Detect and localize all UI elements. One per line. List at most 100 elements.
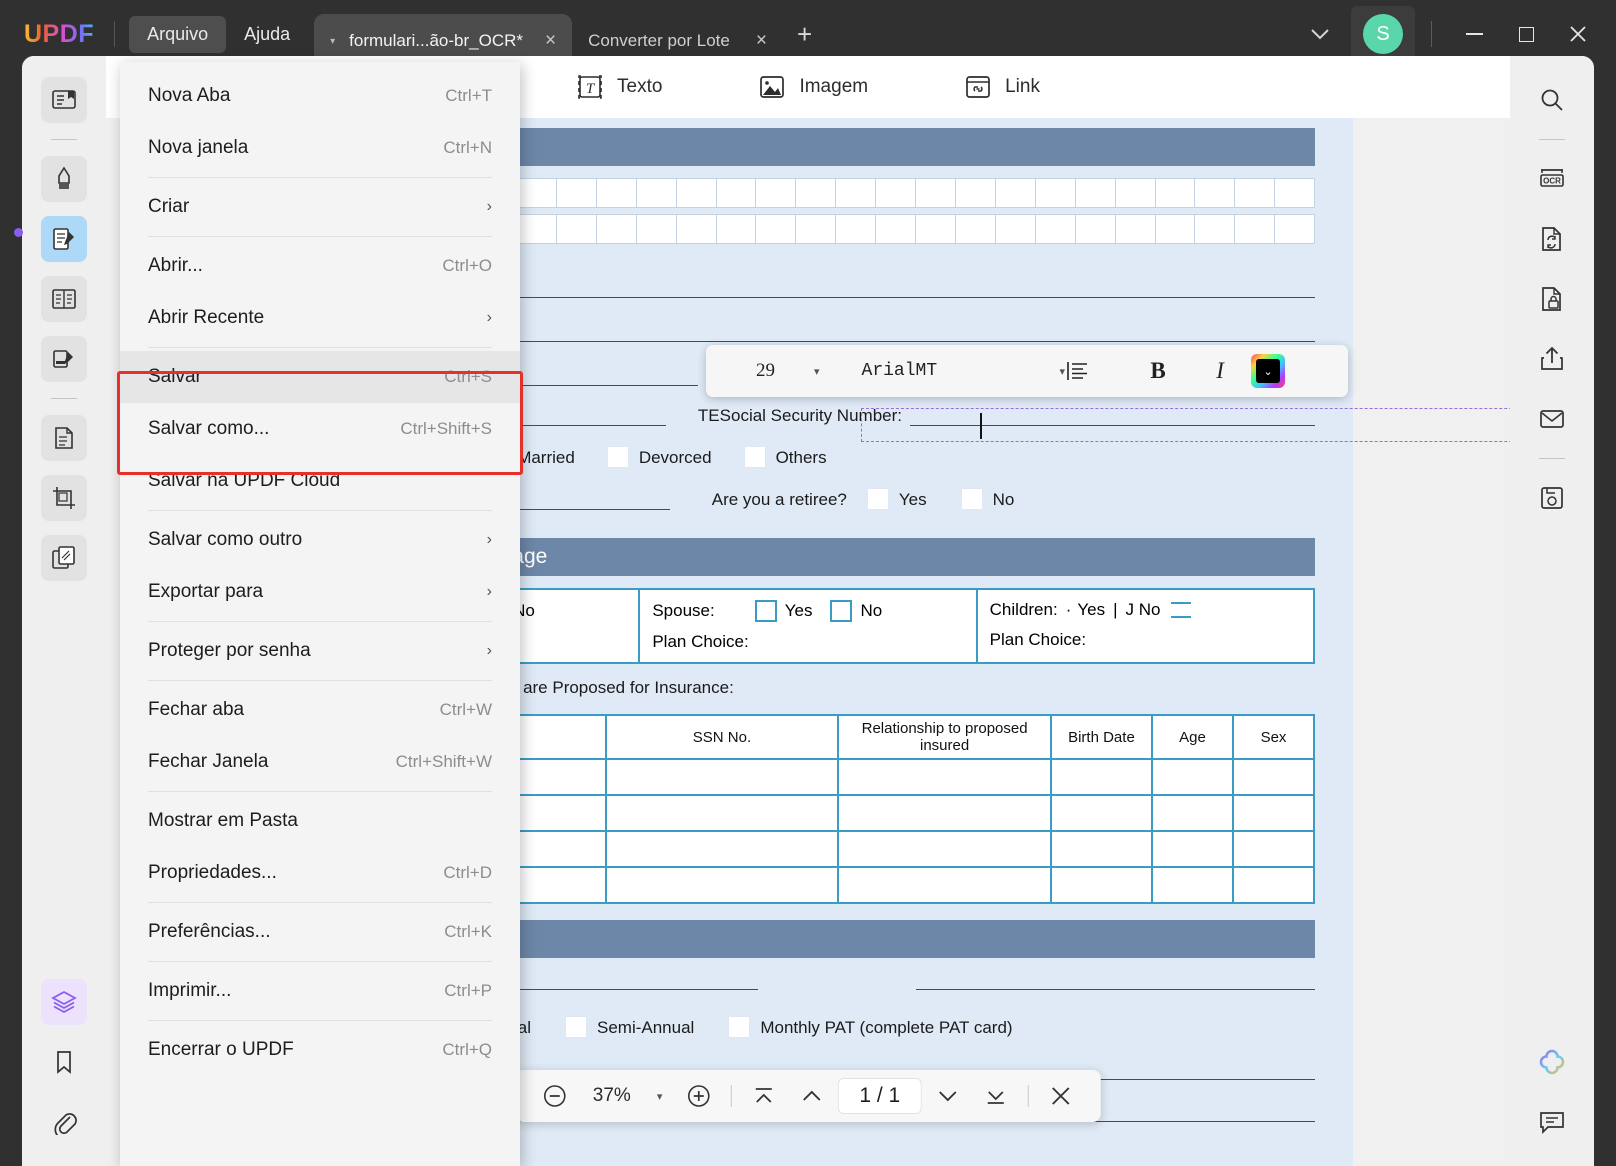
tab-close-icon[interactable]: × [545, 30, 556, 52]
account-button[interactable]: S [1351, 6, 1415, 62]
tool-imagem[interactable]: Imagem [758, 73, 868, 101]
menu-item-salvar[interactable]: SalvarCtrl+S [120, 351, 520, 403]
comment-icon[interactable] [1529, 1099, 1575, 1145]
coverage-spouse-no-checkbox[interactable] [830, 600, 852, 622]
layers-icon[interactable] [41, 979, 87, 1025]
minimize-button[interactable] [1448, 12, 1500, 56]
align-left-icon[interactable] [1065, 359, 1127, 383]
menu-item-exportar-para[interactable]: Exportar para› [120, 566, 520, 618]
menu-arquivo[interactable]: Arquivo [129, 16, 226, 53]
status-checkbox-devorced[interactable] [607, 446, 629, 468]
menu-item-label: Nova Aba [148, 85, 230, 107]
menu-item-nova-aba[interactable]: Nova AbaCtrl+T [120, 70, 520, 122]
menu-item-proteger-por-senha[interactable]: Proteger por senha› [120, 625, 520, 677]
titlebar-divider [114, 21, 115, 47]
bookmark-icon[interactable] [41, 1039, 87, 1085]
selected-text-field[interactable] [861, 408, 1510, 442]
menu-item-criar[interactable]: Criar› [120, 181, 520, 233]
tab-close-icon[interactable]: × [756, 30, 767, 52]
text-color-caret-icon[interactable]: ⌄ [1256, 359, 1280, 383]
menu-item-fechar-aba[interactable]: Fechar abaCtrl+W [120, 684, 520, 736]
menu-item-propriedades[interactable]: Propriedades...Ctrl+D [120, 847, 520, 899]
bold-button[interactable]: B [1127, 358, 1189, 384]
menu-item-label: Preferências... [148, 921, 271, 943]
zoom-in-button[interactable] [676, 1074, 720, 1118]
close-window-button[interactable] [1552, 12, 1604, 56]
retiree-checkbox-yes[interactable] [867, 488, 889, 510]
prev-page-icon[interactable] [789, 1074, 833, 1118]
mail-icon[interactable] [1529, 396, 1575, 442]
highlighter-icon[interactable] [41, 156, 87, 202]
zoom-level[interactable]: 37% [581, 1085, 643, 1107]
menu-ajuda[interactable]: Ajuda [226, 16, 308, 53]
premium-input[interactable] [488, 970, 758, 990]
file-menu-dropdown[interactable]: Nova AbaCtrl+TNova janelaCtrl+N Criar› Abr… [120, 62, 520, 1166]
share-icon[interactable] [1529, 336, 1575, 382]
menu-item-abrir-recente[interactable]: Abrir Recente› [120, 292, 520, 344]
menu-item-salvar-como[interactable]: Salvar como...Ctrl+Shift+S [120, 403, 520, 455]
close-pagenav-button[interactable] [1039, 1074, 1083, 1118]
crop-page-icon[interactable] [41, 475, 87, 521]
table-header-ssn: SSN No. [606, 715, 839, 759]
payment-checkbox-semi-annual[interactable] [565, 1016, 587, 1038]
zoom-out-button[interactable] [533, 1074, 577, 1118]
premium-input-2[interactable] [916, 970, 1315, 990]
menu-item-encerrar-o-updf[interactable]: Encerrar o UPDFCtrl+Q [120, 1024, 520, 1076]
convert-icon[interactable] [1529, 216, 1575, 262]
retiree-option-no: No [993, 490, 1015, 510]
text-tool-icon: T [576, 73, 604, 101]
menu-item-salvar-na-updf-cloud[interactable]: Salvar na UPDF Cloud [120, 455, 520, 507]
new-tab-button[interactable]: + [783, 21, 826, 47]
tab-caret-icon[interactable]: ▾ [330, 36, 335, 47]
menu-item-shortcut: Ctrl+D [443, 863, 492, 883]
insured-name-boxes[interactable] [516, 178, 1315, 208]
menu-item-shortcut: Ctrl+Shift+S [400, 419, 492, 439]
menu-item-salvar-como-outro[interactable]: Salvar como outro› [120, 514, 520, 566]
text-color-icon[interactable]: ⌄ [1251, 354, 1285, 388]
menu-item-fechar-janela[interactable]: Fechar JanelaCtrl+Shift+W [120, 736, 520, 788]
retiree-checkbox-no[interactable] [961, 488, 983, 510]
image-tool-icon [758, 73, 786, 101]
menu-item-shortcut: Ctrl+Q [442, 1040, 492, 1060]
edit-pdf-icon[interactable] [41, 216, 87, 262]
menu-divider [148, 791, 492, 792]
menu-item-prefer-ncias[interactable]: Preferências...Ctrl+K [120, 906, 520, 958]
insured-name-boxes-2[interactable] [516, 214, 1315, 244]
payment-checkbox-monthly-pat[interactable] [728, 1016, 750, 1038]
panel-handle-dot[interactable] [14, 228, 23, 237]
ocr-icon[interactable]: OCR [1529, 156, 1575, 202]
first-page-icon[interactable] [741, 1074, 785, 1118]
avatar[interactable]: S [1363, 14, 1403, 54]
coverage-spouse-yes-checkbox[interactable] [755, 600, 777, 622]
menu-item-nova-janela[interactable]: Nova janelaCtrl+N [120, 122, 520, 174]
menu-item-imprimir[interactable]: Imprimir...Ctrl+P [120, 965, 520, 1017]
save-snapshot-icon[interactable] [1529, 475, 1575, 521]
chevron-down-icon[interactable] [1289, 27, 1351, 41]
maximize-button[interactable] [1500, 12, 1552, 56]
batch-pages-icon[interactable] [41, 535, 87, 581]
menu-item-abrir[interactable]: Abrir...Ctrl+O [120, 240, 520, 292]
search-icon[interactable] [1529, 77, 1575, 123]
zoom-caret-icon[interactable]: ▾ [647, 1090, 673, 1103]
italic-button[interactable]: I [1189, 358, 1251, 384]
menu-item-mostrar-em-pasta[interactable]: Mostrar em Pasta [120, 795, 520, 847]
protect-icon[interactable] [1529, 276, 1575, 322]
address-input[interactable] [381, 322, 1315, 342]
annotate-icon[interactable] [41, 336, 87, 382]
font-size-value[interactable]: 29 [706, 360, 814, 382]
form-fields-icon[interactable] [41, 276, 87, 322]
page-indicator[interactable]: 1 / 1 [837, 1078, 922, 1114]
tool-texto[interactable]: T Texto [576, 73, 662, 101]
birth-date-input[interactable] [389, 278, 1315, 298]
menu-divider [148, 510, 492, 511]
status-checkbox-others[interactable] [744, 446, 766, 468]
ai-assistant-icon[interactable] [1529, 1039, 1575, 1085]
page-organize-icon[interactable] [41, 415, 87, 461]
last-page-icon[interactable] [974, 1074, 1018, 1118]
reader-view-icon[interactable] [41, 77, 87, 123]
next-page-icon[interactable] [926, 1074, 970, 1118]
attachment-icon[interactable] [41, 1099, 87, 1145]
menu-divider [148, 680, 492, 681]
font-family-value[interactable]: ArialMT [820, 361, 1060, 381]
tool-link[interactable]: Link [964, 73, 1040, 101]
